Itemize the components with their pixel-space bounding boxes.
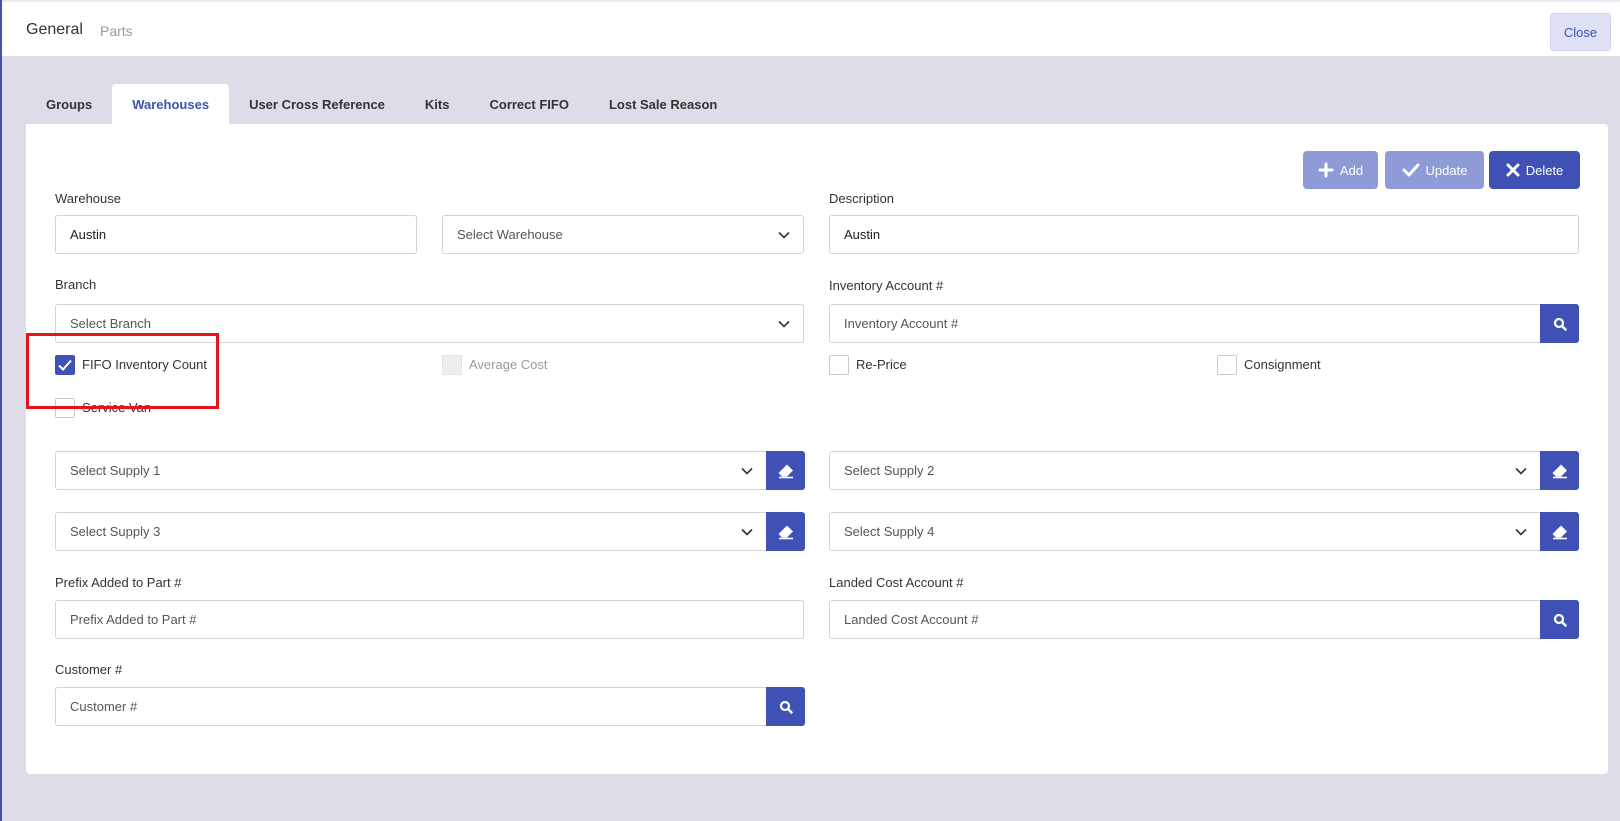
inventory-account-label: Inventory Account #: [829, 278, 944, 293]
clear-supply-1-button[interactable]: [766, 451, 805, 490]
tab-lost-sale-reason[interactable]: Lost Sale Reason: [589, 84, 737, 124]
eraser-icon: [1552, 525, 1567, 539]
tab-user-cross-reference[interactable]: User Cross Reference: [229, 84, 405, 124]
consignment-label: Consignment: [1244, 357, 1321, 372]
tab-warehouses[interactable]: Warehouses: [112, 84, 230, 124]
clear-supply-3-button[interactable]: [766, 512, 805, 551]
chevron-down-icon: [741, 467, 753, 475]
plus-icon: [1318, 162, 1334, 178]
customer-label: Customer #: [55, 662, 123, 677]
description-input[interactable]: Austin: [829, 215, 1579, 254]
chevron-down-icon: [1515, 528, 1527, 536]
search-icon: [779, 700, 793, 714]
warehouse-label: Warehouse: [55, 191, 121, 206]
page-header: General Parts Close: [2, 0, 1620, 56]
chevron-down-icon: [778, 231, 790, 239]
average-cost-label: Average Cost: [469, 357, 548, 372]
select-supply-1-dropdown[interactable]: Select Supply 1: [55, 451, 767, 490]
warehouse-input[interactable]: Austin: [55, 215, 417, 254]
eraser-icon: [1552, 464, 1567, 478]
add-button-label: Add: [1339, 162, 1364, 178]
eraser-icon: [778, 525, 793, 539]
delete-button[interactable]: Delete: [1489, 151, 1580, 189]
prefix-input[interactable]: Prefix Added to Part #: [55, 600, 804, 639]
select-supply-2-placeholder: Select Supply 2: [844, 463, 935, 478]
page-title: General: [26, 21, 83, 38]
close-button[interactable]: Close: [1550, 13, 1611, 51]
select-warehouse-dropdown[interactable]: Select Warehouse: [442, 215, 804, 254]
select-supply-4-placeholder: Select Supply 4: [844, 524, 935, 539]
description-label: Description: [829, 191, 895, 206]
re-price-label: Re-Price: [856, 357, 907, 372]
check-icon: [1402, 163, 1420, 177]
tab-bar: Groups Warehouses User Cross Reference K…: [26, 84, 737, 124]
select-warehouse-placeholder: Select Warehouse: [457, 227, 563, 242]
update-button[interactable]: Update: [1385, 151, 1484, 189]
chevron-down-icon: [778, 320, 790, 328]
add-button[interactable]: Add: [1303, 151, 1378, 189]
re-price-checkbox[interactable]: [829, 355, 849, 375]
select-supply-2-dropdown[interactable]: Select Supply 2: [829, 451, 1541, 490]
average-cost-checkbox: [442, 355, 462, 375]
annotation-highlight-box: [26, 333, 219, 409]
update-button-label: Update: [1425, 162, 1468, 178]
search-icon: [1553, 317, 1567, 331]
landed-cost-search-button[interactable]: [1540, 600, 1579, 639]
select-supply-3-placeholder: Select Supply 3: [70, 524, 161, 539]
branch-label: Branch: [55, 277, 97, 292]
x-icon: [1506, 163, 1520, 177]
consignment-checkbox[interactable]: [1217, 355, 1237, 375]
landed-cost-label: Landed Cost Account #: [829, 575, 964, 590]
landed-cost-input[interactable]: Landed Cost Account #: [829, 600, 1541, 639]
inventory-account-input[interactable]: Inventory Account #: [829, 304, 1541, 343]
customer-input[interactable]: Customer #: [55, 687, 767, 726]
chevron-down-icon: [1515, 467, 1527, 475]
tab-groups[interactable]: Groups: [26, 84, 112, 124]
search-icon: [1553, 613, 1567, 627]
customer-search-button[interactable]: [766, 687, 805, 726]
prefix-label: Prefix Added to Part #: [55, 575, 182, 590]
delete-button-label: Delete: [1525, 162, 1564, 178]
clear-supply-4-button[interactable]: [1540, 512, 1579, 551]
select-supply-1-placeholder: Select Supply 1: [70, 463, 161, 478]
inventory-account-search-button[interactable]: [1540, 304, 1579, 343]
warehouse-form-panel: Add Update Delete Warehouse Austin Selec…: [26, 124, 1608, 774]
select-supply-4-dropdown[interactable]: Select Supply 4: [829, 512, 1541, 551]
window-left-border: [0, 0, 2, 821]
tab-kits[interactable]: Kits: [405, 84, 470, 124]
clear-supply-2-button[interactable]: [1540, 451, 1579, 490]
select-supply-3-dropdown[interactable]: Select Supply 3: [55, 512, 767, 551]
select-branch-placeholder: Select Branch: [70, 316, 151, 331]
page-subtitle: Parts: [100, 23, 133, 39]
eraser-icon: [778, 464, 793, 478]
tab-correct-fifo[interactable]: Correct FIFO: [469, 84, 588, 124]
chevron-down-icon: [741, 528, 753, 536]
